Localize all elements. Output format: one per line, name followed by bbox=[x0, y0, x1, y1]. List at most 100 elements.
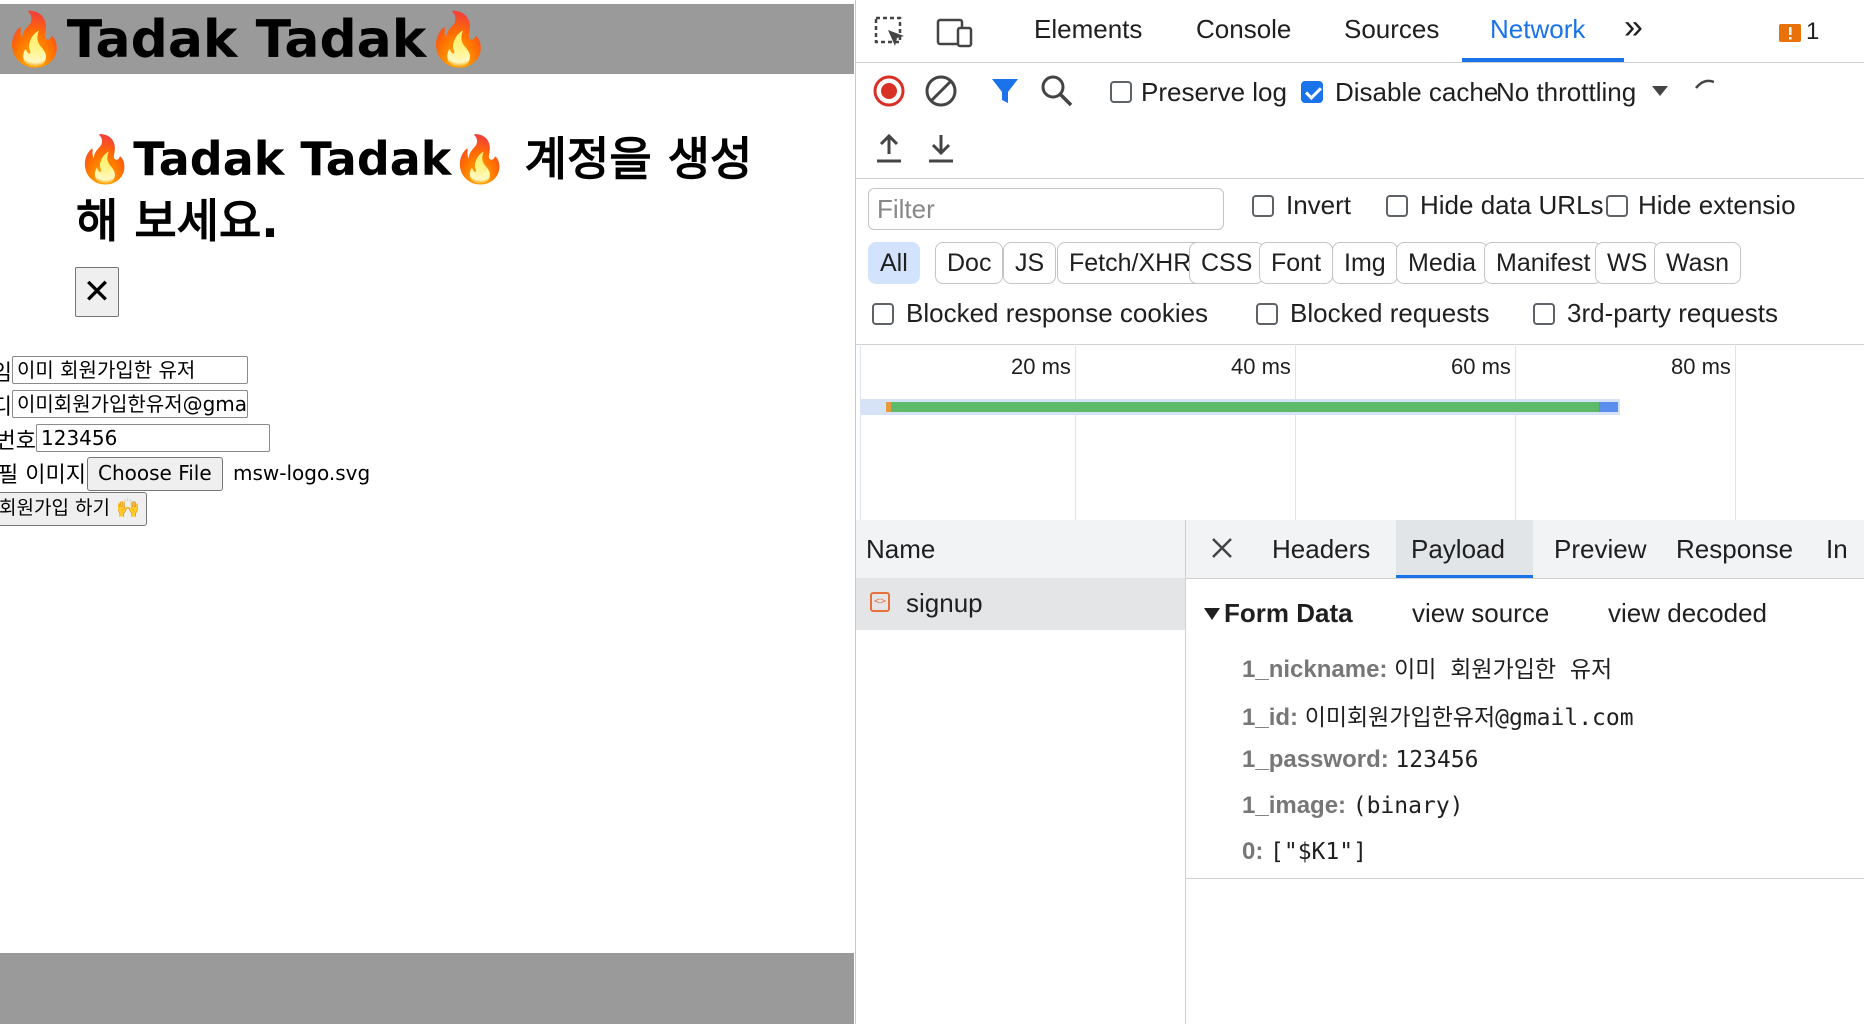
request-detail-pane: Headers Payload Preview Response In Form… bbox=[1186, 520, 1864, 1024]
filter-input[interactable]: Filter bbox=[868, 188, 1224, 230]
form-data-row: 1_password: 123456 bbox=[1242, 746, 1478, 774]
preserve-log-checkbox[interactable] bbox=[1110, 81, 1132, 103]
id-label: 아이디 bbox=[0, 395, 12, 420]
password-label: 비밀번호 bbox=[0, 429, 36, 454]
timeline-gridline bbox=[1295, 344, 1296, 520]
form-data-row: 0: ["$K1"] bbox=[1242, 838, 1367, 866]
site-header: 🔥Tadak Tadak🔥 bbox=[0, 4, 854, 74]
form-data-row: 1_nickname: 이미 회원가입한 유저 bbox=[1242, 650, 1612, 684]
name-column-label: Name bbox=[866, 534, 936, 564]
choose-file-button[interactable]: Choose File bbox=[87, 457, 223, 491]
timeline-tick-label: 40 ms bbox=[1231, 354, 1291, 379]
throttling-select[interactable]: No throttling bbox=[1496, 77, 1636, 108]
chip-fetch-xhr[interactable]: Fetch/XHR bbox=[1057, 242, 1204, 284]
hide-data-urls-label: Hide data URLs bbox=[1420, 190, 1604, 220]
tab-sources[interactable]: Sources bbox=[1344, 14, 1439, 45]
record-stop-icon[interactable] bbox=[872, 74, 906, 113]
clear-icon[interactable] bbox=[924, 74, 958, 113]
tab-console[interactable]: Console bbox=[1196, 14, 1291, 45]
chip-all[interactable]: All bbox=[868, 242, 920, 284]
search-icon[interactable] bbox=[1040, 74, 1074, 113]
devtools-panel: Elements Console Sources Network » 1 Pre… bbox=[855, 0, 1864, 1024]
request-name: signup bbox=[906, 588, 983, 618]
filter-funnel-icon[interactable] bbox=[990, 76, 1020, 111]
tab-payload[interactable]: Payload bbox=[1411, 534, 1505, 565]
nickname-input[interactable]: 이미 회원가입한 유저 bbox=[12, 356, 248, 384]
timeline-tick-label: 20 ms bbox=[1011, 354, 1071, 379]
site-title: 🔥Tadak Tadak🔥 bbox=[2, 10, 492, 70]
chip-font[interactable]: Font bbox=[1259, 242, 1334, 284]
blocked-cookies-checkbox[interactable] bbox=[872, 303, 894, 325]
app-page: 🔥Tadak Tadak🔥 🔥Tadak Tadak🔥 계정을 생성해 보세요.… bbox=[0, 0, 854, 1024]
network-overview-timeline[interactable]: 20 ms 40 ms 60 ms 80 ms bbox=[856, 344, 1864, 521]
password-row: 비밀번호 bbox=[0, 423, 36, 454]
expand-triangle-icon[interactable] bbox=[1204, 608, 1220, 620]
inspect-element-icon[interactable] bbox=[874, 16, 908, 55]
signup-submit-button[interactable]: 회원가입 하기 🙌 bbox=[0, 492, 147, 526]
hide-extensions-checkbox[interactable] bbox=[1606, 195, 1628, 217]
chip-js[interactable]: JS bbox=[1003, 242, 1057, 284]
third-party-checkbox[interactable] bbox=[1533, 303, 1555, 325]
tab-preview[interactable]: Preview bbox=[1554, 534, 1646, 565]
chip-ws[interactable]: WS bbox=[1595, 242, 1660, 284]
form-data-key: 1_id: bbox=[1242, 704, 1299, 731]
hide-extensions-label: Hide extensio bbox=[1638, 190, 1796, 220]
hide-data-urls-checkbox[interactable] bbox=[1386, 195, 1408, 217]
form-data-key: 1_image: bbox=[1242, 792, 1347, 819]
filter-bar: Filter Invert Hide data URLs Hide extens… bbox=[856, 178, 1864, 345]
id-input[interactable]: 이미회원가입한유저@gma bbox=[12, 390, 248, 418]
device-toolbar-icon[interactable] bbox=[936, 16, 974, 55]
export-har-icon[interactable] bbox=[926, 132, 956, 169]
id-row: 아이디 bbox=[0, 389, 12, 420]
close-button[interactable]: ✕ bbox=[75, 267, 119, 317]
timeline-gridline bbox=[860, 344, 861, 520]
view-decoded-link[interactable]: view decoded bbox=[1608, 598, 1767, 629]
tab-elements[interactable]: Elements bbox=[1034, 14, 1142, 45]
timeline-gridline bbox=[1735, 344, 1736, 520]
password-input[interactable]: 123456 bbox=[36, 424, 270, 452]
issues-warning-icon[interactable] bbox=[1778, 23, 1802, 50]
network-conditions-icon[interactable] bbox=[1694, 78, 1715, 103]
invert-checkbox[interactable] bbox=[1252, 195, 1274, 217]
chip-media[interactable]: Media bbox=[1396, 242, 1489, 284]
request-row-signup[interactable]: <> signup bbox=[856, 578, 1185, 630]
chip-css[interactable]: CSS bbox=[1189, 242, 1265, 284]
tab-network[interactable]: Network bbox=[1490, 14, 1585, 45]
devtools-tabbar: Elements Console Sources Network » 1 bbox=[856, 0, 1864, 63]
disable-cache-label: Disable cache bbox=[1335, 77, 1499, 107]
request-list: Name <> signup bbox=[856, 520, 1186, 1024]
tab-response[interactable]: Response bbox=[1676, 534, 1793, 565]
modal-title: 🔥Tadak Tadak🔥 계정을 생성해 보세요. bbox=[76, 132, 753, 248]
form-data-title[interactable]: Form Data bbox=[1224, 598, 1353, 629]
chevron-down-icon[interactable] bbox=[1650, 84, 1670, 103]
chip-manifest[interactable]: Manifest bbox=[1484, 242, 1603, 284]
disable-cache-checkbox[interactable] bbox=[1301, 81, 1323, 103]
chip-wasm[interactable]: Wasn bbox=[1654, 242, 1741, 284]
form-data-value: 이미 회원가입한 유저 bbox=[1394, 657, 1613, 683]
timeline-tick-label: 60 ms bbox=[1451, 354, 1511, 379]
form-data-value: 이미회원가입한유저@gmail.com bbox=[1304, 705, 1634, 731]
chip-img[interactable]: Img bbox=[1332, 242, 1398, 284]
close-detail-icon[interactable] bbox=[1210, 536, 1234, 565]
chip-doc[interactable]: Doc bbox=[935, 242, 1004, 284]
image-label: 프로필 이미지 bbox=[0, 463, 86, 488]
name-column-header[interactable]: Name bbox=[856, 520, 1185, 579]
form-data-row: 1_image: (binary) bbox=[1242, 792, 1464, 820]
form-data-key: 0: bbox=[1242, 838, 1264, 865]
tab-initiator[interactable]: In bbox=[1826, 534, 1848, 565]
issues-count[interactable]: 1 bbox=[1806, 18, 1819, 46]
network-toolbar: Preserve log Disable cache No throttling bbox=[856, 62, 1864, 179]
tab-headers[interactable]: Headers bbox=[1272, 534, 1370, 565]
document-request-icon: <> bbox=[870, 592, 890, 612]
blocked-requests-checkbox[interactable] bbox=[1256, 303, 1278, 325]
form-data-key: 1_password: bbox=[1242, 746, 1389, 773]
form-data-key: 1_nickname: bbox=[1242, 656, 1388, 683]
import-har-icon[interactable] bbox=[874, 132, 904, 169]
blocked-requests-label: Blocked requests bbox=[1290, 298, 1490, 328]
preserve-log-label: Preserve log bbox=[1141, 77, 1287, 107]
nickname-label: 닉네임 bbox=[0, 361, 12, 386]
timeline-tick-label: 80 ms bbox=[1671, 354, 1731, 379]
form-data-value: 123456 bbox=[1395, 747, 1479, 773]
more-tabs-icon[interactable]: » bbox=[1624, 8, 1643, 47]
view-source-link[interactable]: view source bbox=[1412, 598, 1549, 629]
